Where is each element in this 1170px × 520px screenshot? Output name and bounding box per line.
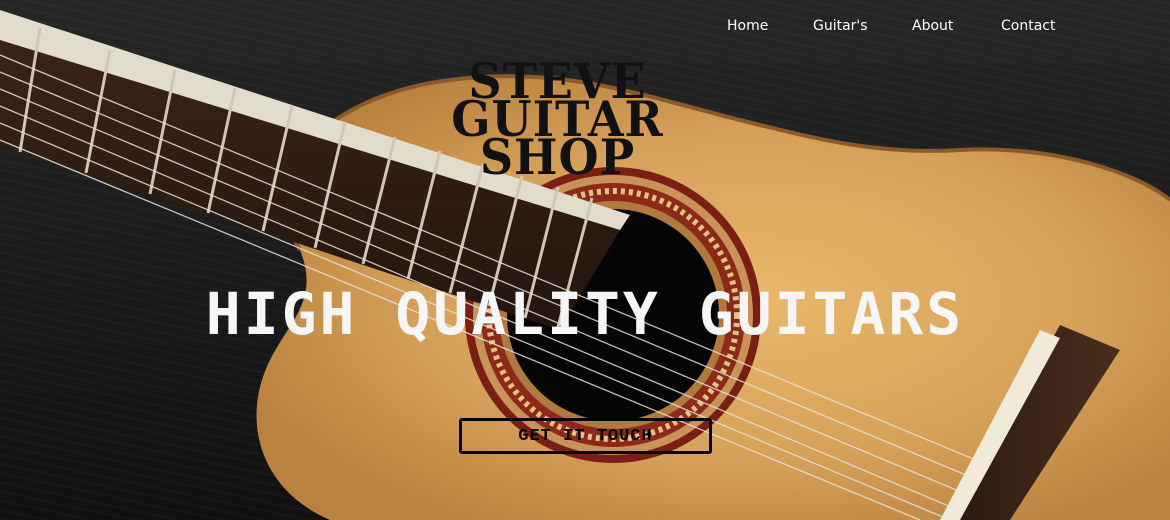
nav-link-about[interactable]: About — [912, 16, 953, 36]
get-in-touch-button[interactable]: GET IT TOUCH — [459, 418, 712, 454]
main-navigation: Home Guitar's About Contact — [0, 16, 1170, 38]
nav-link-home[interactable]: Home — [727, 16, 768, 36]
hero-section: Home Guitar's About Contact STEVE GUITAR… — [0, 0, 1170, 520]
shop-logo[interactable]: STEVE GUITAR SHOP — [395, 57, 720, 186]
nav-link-contact[interactable]: Contact — [1001, 16, 1055, 36]
hero-headline: HIGH QUALITY GUITARS — [205, 279, 965, 348]
nav-link-guitars[interactable]: Guitar's — [813, 16, 868, 36]
logo-line-shop: SHOP — [479, 128, 636, 186]
